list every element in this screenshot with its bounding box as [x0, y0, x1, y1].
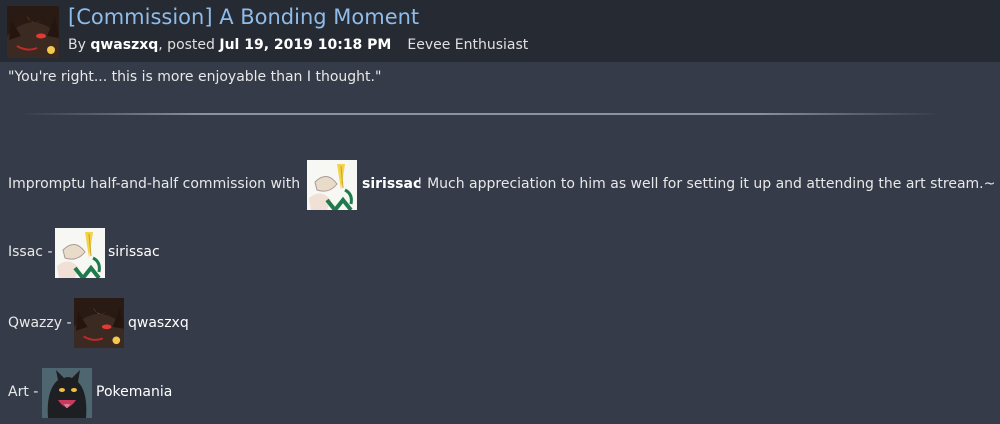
submission-header: [Commission] A Bonding Moment By qwaszxq…	[0, 0, 1000, 62]
credit-label-qwazzy: Qwazzy -	[8, 315, 72, 331]
commission-prefix: Impromptu half-and-half commission with	[8, 176, 301, 192]
credit-user-sirissac[interactable]: sirissac	[108, 244, 160, 260]
credit-label-art: Art -	[8, 384, 39, 400]
author-avatar-icon[interactable]	[7, 6, 59, 58]
umbreon-avatar-icon[interactable]	[74, 298, 124, 348]
credit-user-qwaszxq[interactable]: qwaszxq	[128, 315, 189, 331]
sirissac-avatar-icon[interactable]	[55, 228, 105, 278]
user-title: Eevee Enthusiast	[407, 37, 529, 53]
pokemania-avatar-icon[interactable]	[42, 368, 92, 418]
commission-user-link[interactable]: sirissac	[362, 176, 421, 192]
by-label: By	[68, 37, 91, 53]
posted-label: , posted	[158, 37, 220, 53]
credit-user-pokemania[interactable]: Pokemania	[96, 384, 172, 400]
sirissac-avatar-icon[interactable]	[307, 160, 357, 210]
author-link[interactable]: qwaszxq	[90, 37, 158, 53]
description-divider	[20, 113, 940, 115]
posted-date: Jul 19, 2019 10:18 PM	[219, 37, 392, 53]
commission-suffix: ! Much appreciation to him as well for s…	[417, 176, 996, 192]
description-quote: "You're right... this is more enjoyable …	[8, 69, 382, 85]
credit-label-issac: Issac -	[8, 244, 53, 260]
submission-description: "You're right... this is more enjoyable …	[0, 62, 1000, 424]
submission-meta: By qwaszxq, posted Jul 19, 2019 10:18 PM…	[68, 37, 528, 53]
submission-title: [Commission] A Bonding Moment	[68, 5, 420, 29]
